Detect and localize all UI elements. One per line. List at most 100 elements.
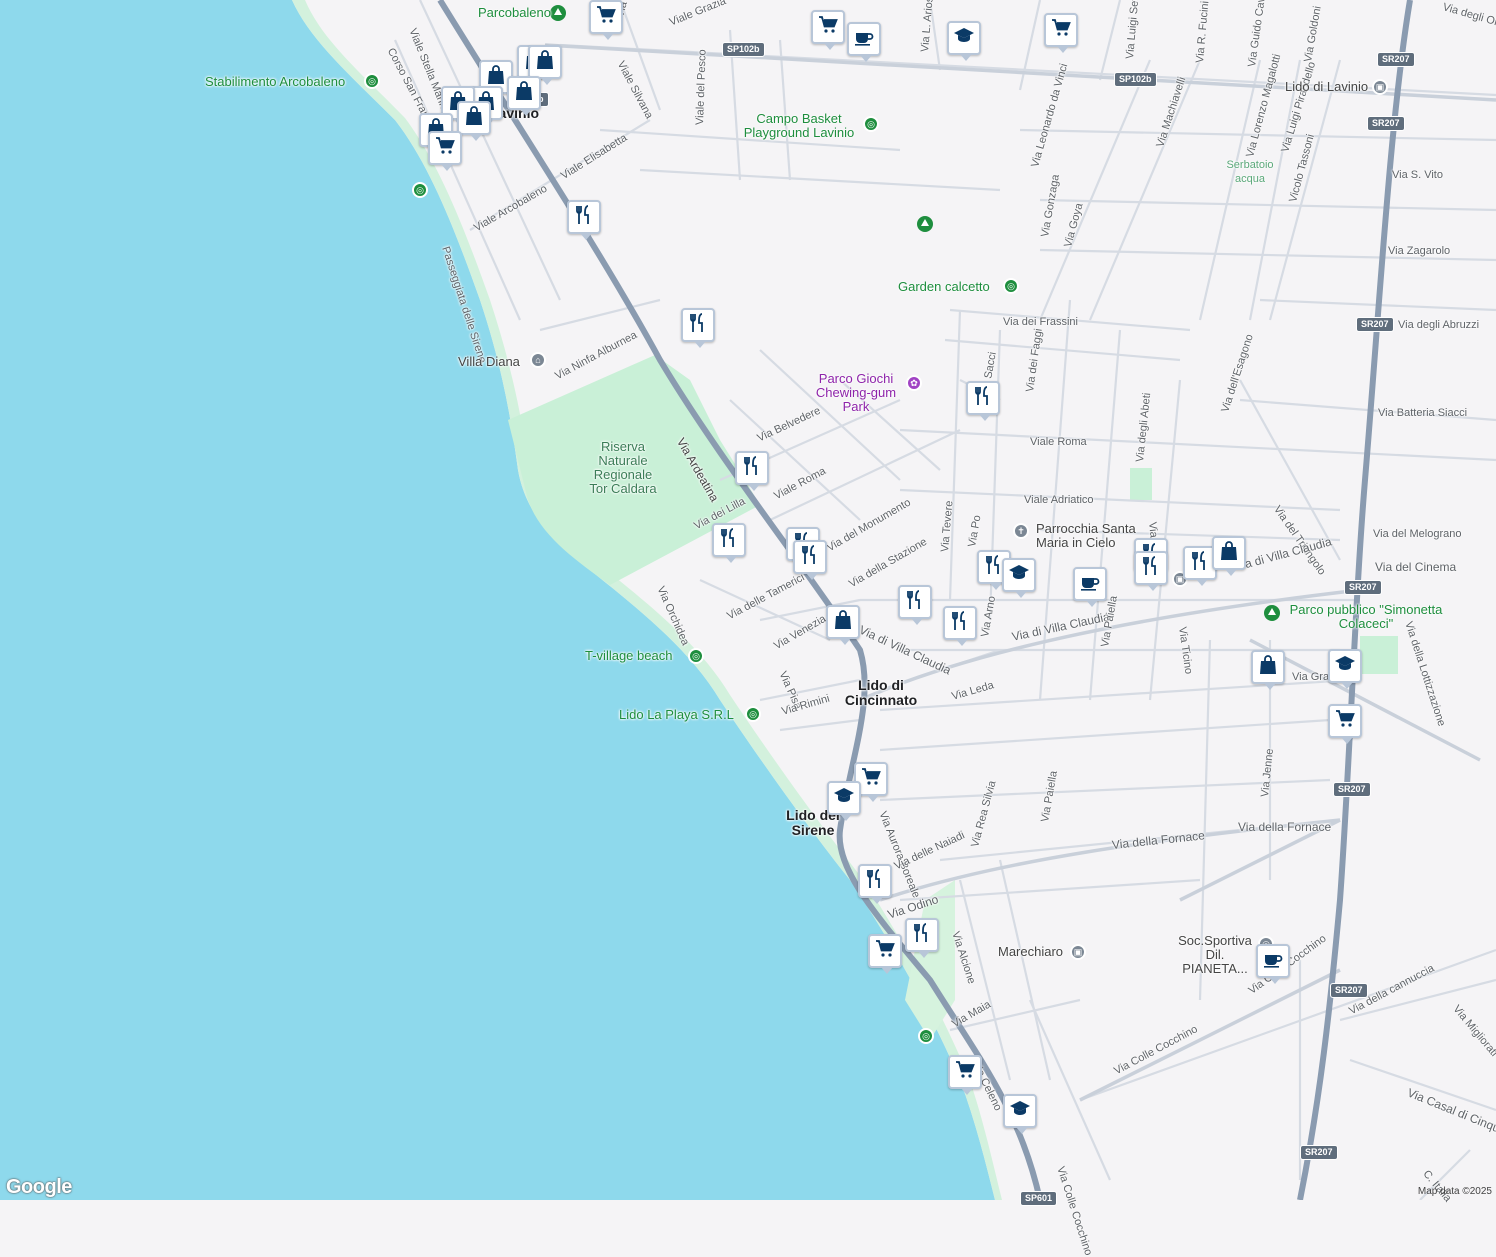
poi-label[interactable]: Lido La Playa S.R.L (619, 708, 734, 722)
restaurant-pin[interactable] (735, 451, 769, 491)
grocery-pin[interactable] (1328, 704, 1362, 744)
poi-label[interactable]: Garden calcetto (898, 280, 990, 294)
poi-label[interactable]: Parco pubblico "Simonetta Colaceci" (1286, 603, 1446, 631)
poi-label[interactable]: Marechiaro (998, 945, 1063, 959)
road-label: Via Batteria Siacci (1378, 407, 1468, 419)
school-pin[interactable] (1002, 558, 1036, 598)
fork-knife-icon (686, 311, 710, 340)
cafe-pin[interactable] (1256, 944, 1290, 984)
shopping-pin[interactable] (507, 76, 541, 116)
graduation-cap-icon (1008, 1097, 1032, 1126)
beach-icon[interactable]: ◎ (918, 1028, 934, 1044)
fork-knife-icon (903, 588, 927, 617)
shopping-pin[interactable] (528, 45, 562, 85)
poi-label[interactable]: Stabilimento Arcobaleno (205, 75, 345, 89)
cafe-pin[interactable] (847, 22, 881, 62)
restaurant-pin[interactable] (1134, 551, 1168, 591)
fork-knife-icon (798, 543, 822, 572)
shopping-pin[interactable] (457, 101, 491, 141)
fork-knife-icon (717, 526, 741, 555)
coffee-cup-icon (1078, 570, 1102, 599)
poi-label[interactable]: Parcobaleno (478, 6, 551, 20)
grocery-pin[interactable] (948, 1055, 982, 1095)
poi-label[interactable]: Villa Diana (458, 355, 520, 369)
graduation-cap-icon (1007, 561, 1031, 590)
restaurant-pin[interactable] (712, 523, 746, 563)
road-label: Via S. Vito (1392, 169, 1443, 181)
restaurant-pin[interactable] (898, 585, 932, 625)
cafe-pin[interactable] (1073, 567, 1107, 607)
restaurant-pin[interactable] (793, 540, 827, 580)
shopping-bag-icon (533, 48, 557, 77)
fork-knife-icon (572, 203, 596, 232)
fork-knife-icon (948, 609, 972, 638)
restaurant-pin[interactable] (966, 381, 1000, 421)
route-shield: SR207 (1377, 52, 1415, 67)
amusement-icon[interactable]: ✿ (906, 375, 922, 391)
poi-label[interactable]: T-village beach (585, 649, 672, 663)
poi-label[interactable]: Campo Basket Playground Lavinio (738, 112, 860, 140)
grocery-pin[interactable] (868, 934, 902, 974)
sports-icon[interactable]: ◎ (863, 116, 879, 132)
shopping-bag-icon (1217, 539, 1241, 568)
cart-icon (433, 134, 457, 163)
map-attribution: Map data ©2025 (1417, 1186, 1492, 1197)
school-pin[interactable] (827, 781, 861, 821)
road-label: Via degli Abruzzi (1398, 319, 1480, 331)
fork-knife-icon (1139, 554, 1163, 583)
route-shield: SP102b (722, 42, 765, 57)
beach-icon[interactable]: ◎ (688, 648, 704, 664)
beach-icon[interactable]: ◎ (364, 73, 380, 89)
restaurant-pin[interactable] (905, 918, 939, 958)
fork-knife-icon (910, 921, 934, 950)
grocery-pin[interactable] (1044, 13, 1078, 53)
shopping-bag-icon (462, 104, 486, 133)
graduation-cap-icon (952, 24, 976, 53)
poi-label[interactable]: Soc.Sportiva Dil. PIANETA... (1172, 934, 1258, 976)
restaurant-pin[interactable] (567, 200, 601, 240)
grocery-pin[interactable] (428, 131, 462, 171)
cart-icon (1049, 16, 1073, 45)
coffee-cup-icon (1261, 947, 1285, 976)
museum-icon[interactable]: ⌂ (530, 352, 546, 368)
poi-label[interactable]: Parco Giochi Chewing-gum Park (808, 372, 904, 414)
cart-icon (594, 3, 618, 32)
road-label: Viale Adriatico (1024, 494, 1094, 506)
grocery-pin[interactable] (811, 10, 845, 50)
route-shield: SR207 (1333, 782, 1371, 797)
grocery-pin[interactable] (589, 0, 623, 40)
station-label[interactable]: Lido di Lavinio (1285, 80, 1368, 94)
route-shield: SR207 (1344, 580, 1382, 595)
restaurant-pin[interactable] (681, 308, 715, 348)
school-pin[interactable] (1003, 1094, 1037, 1134)
poi-label[interactable]: Parrocchia Santa Maria in Cielo (1036, 522, 1146, 550)
route-shield: SP102b (1114, 72, 1157, 87)
school-pin[interactable] (947, 21, 981, 61)
coffee-cup-icon (852, 25, 876, 54)
cart-icon (1333, 707, 1357, 736)
beach-icon[interactable]: ◎ (412, 182, 428, 198)
cart-icon (816, 13, 840, 42)
restaurant-pin[interactable] (943, 606, 977, 646)
graduation-cap-icon (832, 784, 856, 813)
shopping-pin[interactable] (1212, 536, 1246, 576)
route-shield: SR207 (1330, 983, 1368, 998)
reserve-label: Riserva Naturale Regionale Tor Caldara (589, 439, 657, 496)
bus-stop-icon[interactable]: ▣ (1070, 944, 1086, 960)
station-icon[interactable]: ▣ (1372, 79, 1388, 95)
shopping-pin[interactable] (826, 605, 860, 645)
shopping-pin[interactable] (1251, 650, 1285, 690)
school-pin[interactable] (1328, 649, 1362, 689)
beach-icon[interactable]: ◎ (745, 706, 761, 722)
restaurant-pin[interactable] (858, 864, 892, 904)
route-shield: SR207 (1356, 317, 1394, 332)
road-label: Via del Cinema (1375, 560, 1457, 574)
road-label: Via dei Frassini (1003, 316, 1078, 328)
cart-icon (859, 765, 883, 794)
road-label: Via Zagarolo (1388, 245, 1451, 257)
church-icon[interactable]: ✝ (1013, 523, 1029, 539)
sports-icon[interactable]: ◎ (1003, 278, 1019, 294)
shopping-bag-icon (1256, 653, 1280, 682)
fork-knife-icon (740, 454, 764, 483)
shopping-bag-icon (512, 79, 536, 108)
